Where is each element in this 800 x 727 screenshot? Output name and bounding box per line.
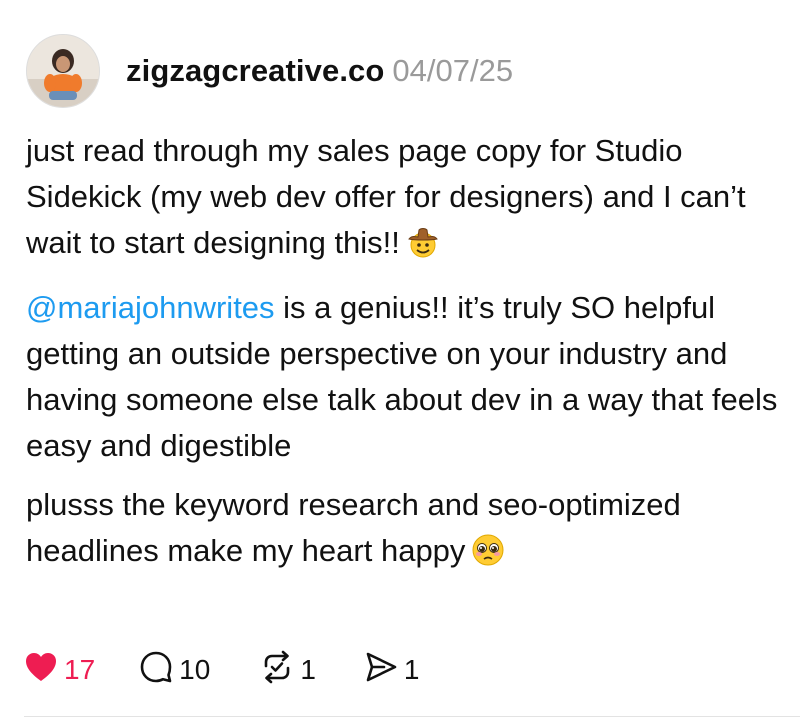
post-paragraph: plusss the keyword research and seo-opti… xyxy=(26,482,786,580)
post-card: zigzagcreative.co 04/07/25 just read thr… xyxy=(0,0,800,727)
avatar-image xyxy=(27,35,99,107)
share-button[interactable]: 1 xyxy=(364,650,420,691)
share-count: 1 xyxy=(403,654,420,685)
paragraph-text: just read through my sales page copy for… xyxy=(26,133,746,260)
like-button[interactable]: 17 xyxy=(24,651,95,690)
reply-count: 10 xyxy=(179,654,211,685)
username[interactable]: zigzagcreative.co xyxy=(126,53,384,89)
like-count: 17 xyxy=(64,654,96,685)
repost-button[interactable]: 1 xyxy=(260,650,316,691)
action-bar: 17 10 1 1 xyxy=(24,648,419,692)
send-icon xyxy=(364,650,398,691)
repost-icon xyxy=(260,650,294,691)
post-paragraph: @mariajohnwrites is a genius!! it’s trul… xyxy=(26,285,786,469)
reply-button[interactable]: 10 xyxy=(139,650,210,691)
heart-icon xyxy=(24,651,58,690)
speech-bubble-icon xyxy=(139,650,173,691)
post-meta: zigzagcreative.co 04/07/25 xyxy=(126,53,513,89)
avatar[interactable] xyxy=(26,34,100,108)
post-date[interactable]: 04/07/25 xyxy=(392,53,513,89)
post-paragraph: just read through my sales page copy for… xyxy=(26,128,786,272)
post-body: just read through my sales page copy for… xyxy=(26,128,786,593)
cowboy-hat-face-icon xyxy=(406,225,440,272)
divider xyxy=(24,716,800,717)
pleading-face-icon xyxy=(471,533,505,580)
mention-link[interactable]: @mariajohnwrites xyxy=(26,290,275,325)
post-header: zigzagcreative.co 04/07/25 xyxy=(26,34,513,108)
paragraph-text: plusss the keyword research and seo-opti… xyxy=(26,487,681,568)
repost-count: 1 xyxy=(300,654,316,685)
